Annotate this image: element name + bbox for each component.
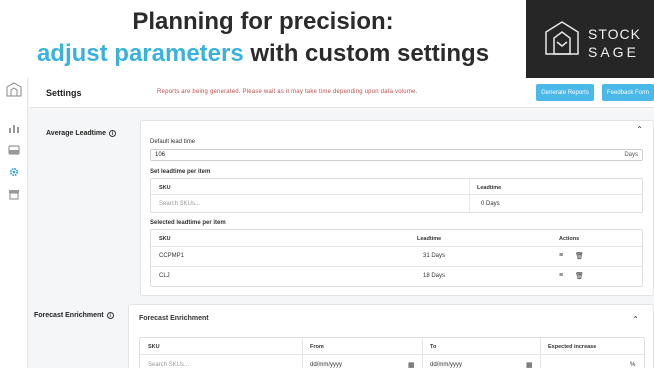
set-col-leadtime: Leadtime [477, 185, 502, 191]
bar-chart-icon[interactable] [6, 120, 22, 136]
forecast-enrichment-text: Forecast Enrichment [34, 312, 104, 319]
generate-reports-button[interactable]: Generate Reports [536, 84, 594, 101]
row-sku: CCPMP1 [159, 253, 185, 259]
divider [302, 338, 303, 368]
divider [151, 194, 642, 195]
average-leadtime-text: Average Leadtime [46, 130, 107, 137]
forecast-enrichment-label: Forecast Enrichment i [34, 312, 114, 319]
default-leadtime-input[interactable]: 106 Days [150, 149, 643, 161]
sidebar [0, 78, 28, 368]
page-title: Settings [46, 88, 82, 98]
calendar-icon[interactable]: ▦ [526, 361, 533, 368]
row-sku: CLJ [159, 273, 170, 279]
row-leadtime: 18 Days [423, 273, 446, 279]
trash-icon[interactable]: 🗑 [575, 272, 584, 280]
selected-leadtime-label: Selected leadtime per item [150, 220, 226, 226]
headline-rest: with custom settings [243, 40, 490, 67]
divider [469, 179, 470, 212]
logo-icon[interactable] [6, 82, 22, 98]
from-date-input[interactable]: dd/mm/yyyy [310, 362, 342, 368]
leadtime-card: ⌃ Default lead time 106 Days Set leadtim… [140, 120, 654, 296]
set-leadtime-table: SKU Leadtime Search SKUs... 0 Days [150, 178, 643, 213]
fc-col-increase: Expected increase [548, 344, 597, 350]
divider [422, 338, 423, 368]
stocksage-logo-icon [545, 21, 579, 55]
status-message: Reports are being generated. Please wait… [157, 89, 418, 95]
fc-col-sku: SKU [148, 344, 160, 350]
forecast-card: Forecast Enrichment ⌃ SKU From To Expect… [128, 304, 654, 368]
default-leadtime-label: Default lead time [150, 139, 196, 145]
feedback-form-button[interactable]: Feedback Form [602, 84, 654, 101]
promo-banner: Planning for precision: adjust parameter… [0, 0, 654, 78]
app-window: Settings Reports are being generated. Pl… [0, 78, 654, 368]
trash-icon[interactable]: 🗑 [575, 252, 584, 260]
forecast-sku-search[interactable]: Search SKUs... [148, 362, 189, 368]
headline-line-2: adjust parameters with custom settings [0, 40, 526, 68]
row-leadtime: 31 Days [423, 253, 446, 259]
average-leadtime-label: Average Leadtime i [46, 130, 117, 137]
default-leadtime-unit: Days [624, 152, 638, 158]
brand-logo: STOCK SAGE [526, 0, 654, 78]
sliders-icon[interactable]: ≡ [559, 272, 563, 279]
info-icon[interactable]: i [106, 312, 114, 319]
chevron-up-icon[interactable]: ⌃ [636, 125, 643, 134]
selected-leadtime-table: SKU Leadtime Actions CCPMP1 31 Days ≡ 🗑 … [150, 229, 643, 287]
calendar-icon[interactable]: ▦ [408, 361, 415, 368]
divider [151, 246, 642, 247]
sliders-icon[interactable]: ≡ [559, 252, 563, 259]
divider [140, 354, 644, 355]
logo-word-stock: STOCK [588, 26, 641, 42]
chevron-up-icon[interactable]: ⌃ [632, 315, 639, 324]
default-leadtime-value: 106 [155, 152, 166, 158]
divider [151, 266, 642, 267]
set-col-sku: SKU [159, 185, 171, 191]
increase-percent-input[interactable]: % [630, 362, 635, 368]
forecast-table: SKU From To Expected increase Search SKU… [139, 337, 645, 368]
fc-col-to: To [430, 344, 437, 350]
fc-col-from: From [310, 344, 324, 350]
divider [540, 338, 541, 368]
sku-search-input[interactable]: Search SKUs... [159, 201, 200, 207]
set-leadtime-label: Set leadtime per item [150, 169, 211, 175]
leadtime-days-input[interactable]: 0 Days [481, 201, 500, 207]
sel-col-sku: SKU [159, 236, 171, 242]
sel-col-leadtime: Leadtime [417, 236, 442, 242]
forecast-card-title: Forecast Enrichment [139, 315, 209, 322]
inbox-icon[interactable] [6, 142, 22, 158]
logo-word-sage: SAGE [588, 44, 639, 60]
sel-col-actions: Actions [559, 236, 580, 242]
top-bar: Settings Reports are being generated. Pl… [29, 78, 654, 108]
gear-icon[interactable] [6, 164, 22, 180]
info-icon[interactable]: i [109, 130, 117, 137]
headline-accent: adjust parameters [36, 40, 244, 67]
to-date-input[interactable]: dd/mm/yyyy [430, 362, 462, 368]
headline-line-1: Planning for precision: [132, 8, 394, 35]
archive-icon[interactable] [6, 186, 22, 202]
